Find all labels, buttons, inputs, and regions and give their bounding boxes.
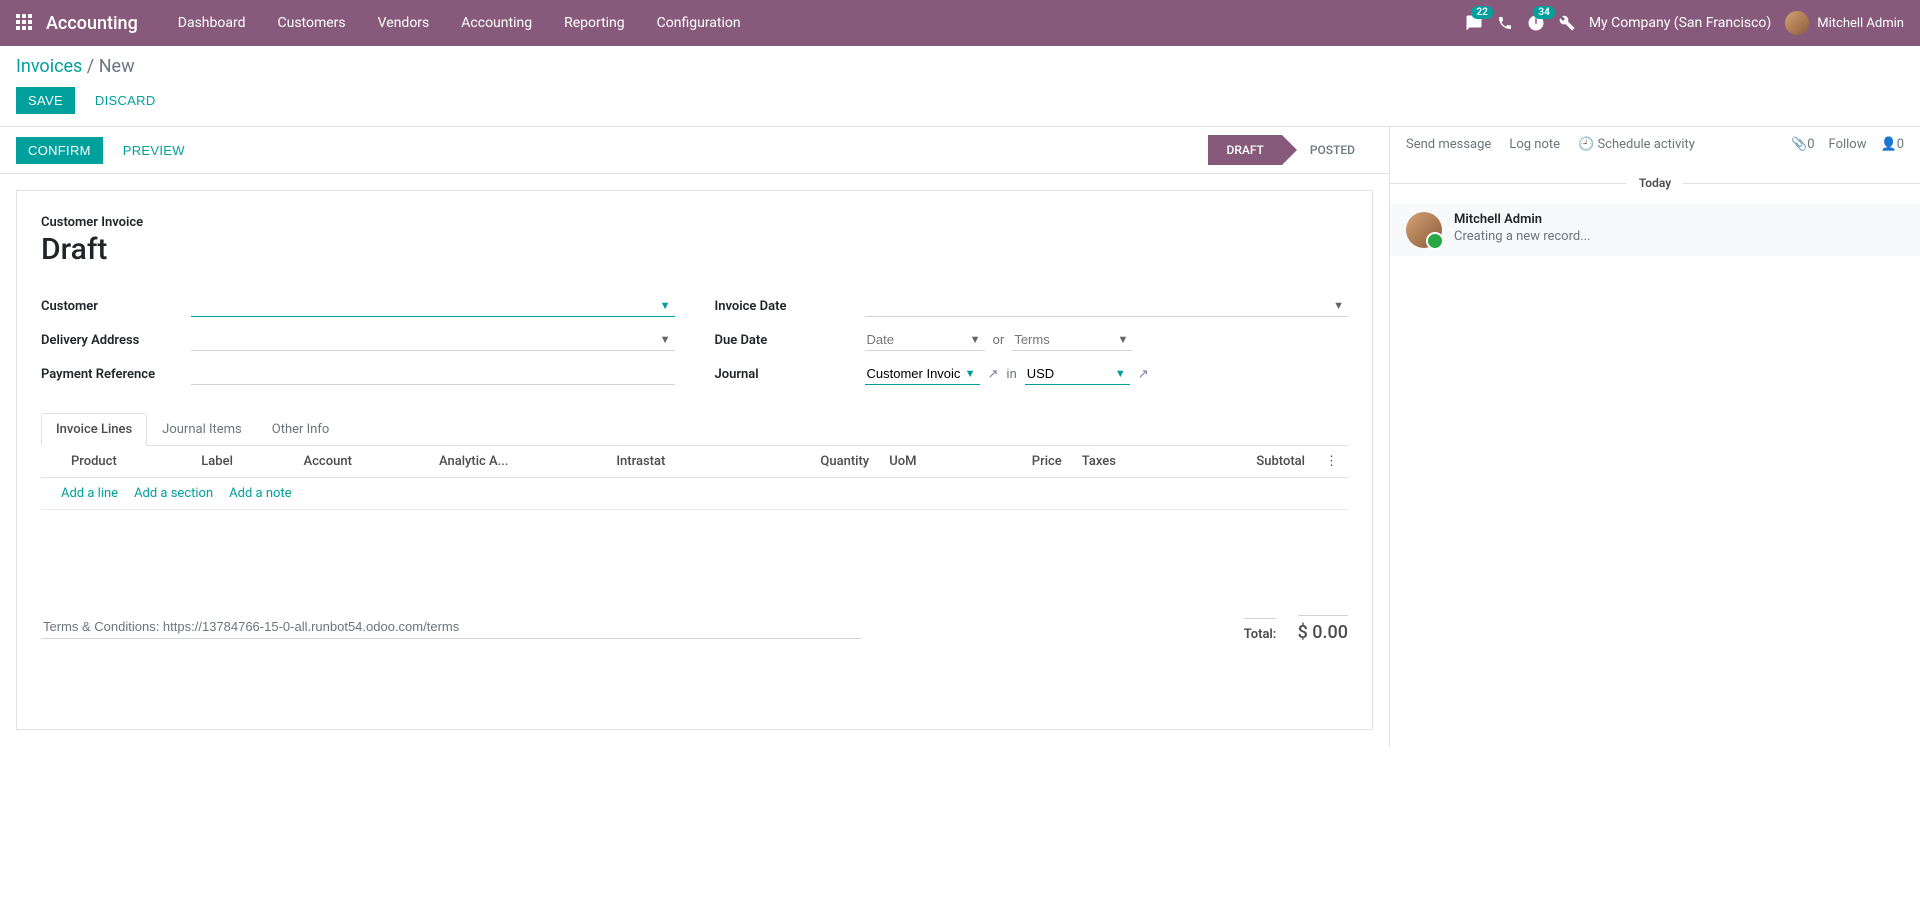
schedule-activity-button[interactable]: 🕘 Schedule activity <box>1578 137 1695 152</box>
total-label: Total: <box>1244 618 1277 642</box>
app-brand[interactable]: Accounting <box>46 13 138 34</box>
or-text: or <box>993 333 1005 348</box>
discard-button[interactable]: Discard <box>83 87 168 114</box>
col-uom[interactable]: UoM <box>879 446 973 478</box>
apps-icon[interactable] <box>16 14 34 32</box>
save-button[interactable]: Save <box>16 87 75 114</box>
add-line-link[interactable]: Add a line <box>61 486 118 501</box>
status-widget: Draft Posted <box>1208 135 1373 165</box>
terms-field[interactable] <box>1012 329 1132 351</box>
form-sheet: Customer Invoice Draft Customer ▼ Delive… <box>16 190 1373 730</box>
top-navbar: Accounting Dashboard Customers Vendors A… <box>0 0 1920 46</box>
user-name: Mitchell Admin <box>1817 16 1904 31</box>
payment-reference-field[interactable] <box>191 363 675 385</box>
invoice-lines-table: Product Label Account Analytic A... Intr… <box>41 446 1348 478</box>
log-note-button[interactable]: Log note <box>1509 137 1560 152</box>
attachments-button[interactable]: 📎0 <box>1791 137 1815 152</box>
confirm-button[interactable]: Confirm <box>16 137 103 164</box>
label-invoice-date: Invoice Date <box>715 299 865 314</box>
chatter-separator: Today <box>1627 176 1683 190</box>
label-delivery-address: Delivery Address <box>41 333 191 348</box>
breadcrumb-root[interactable]: Invoices <box>16 56 82 77</box>
paperclip-icon: 📎 <box>1791 137 1807 152</box>
preview-button[interactable]: Preview <box>111 137 197 164</box>
breadcrumb-current: New <box>99 56 135 77</box>
followers-button[interactable]: 👤0 <box>1881 137 1905 152</box>
chatter-panel: Send message Log note 🕘 Schedule activit… <box>1390 127 1920 746</box>
debug-icon[interactable] <box>1559 15 1575 31</box>
form-subtitle: Customer Invoice <box>41 215 1348 230</box>
messages-badge: 22 <box>1471 6 1492 19</box>
message-text: Creating a new record... <box>1454 229 1591 244</box>
chatter-message: Mitchell Admin Creating a new record... <box>1390 204 1920 256</box>
nav-dashboard[interactable]: Dashboard <box>162 0 262 46</box>
avatar-icon <box>1406 212 1442 248</box>
currency-field[interactable] <box>1025 363 1130 385</box>
breadcrumb: Invoices / New <box>16 56 1904 77</box>
form-title: Draft <box>41 232 1348 267</box>
activities-badge: 34 <box>1533 6 1554 19</box>
nav-customers[interactable]: Customers <box>262 0 362 46</box>
delivery-address-field[interactable] <box>191 329 675 351</box>
external-link-icon[interactable]: ↗ <box>1138 367 1149 382</box>
due-date-field[interactable] <box>865 329 985 351</box>
nav-reporting[interactable]: Reporting <box>548 0 641 46</box>
col-subtotal[interactable]: Subtotal <box>1179 446 1315 478</box>
label-journal: Journal <box>715 367 865 382</box>
clock-icon: 🕘 <box>1578 137 1594 152</box>
external-link-icon[interactable]: ↗ <box>988 367 999 382</box>
label-due-date: Due Date <box>715 333 865 348</box>
avatar-icon <box>1785 11 1809 35</box>
add-section-link[interactable]: Add a section <box>134 486 213 501</box>
activities-icon[interactable]: 34 <box>1527 14 1545 32</box>
total-amount: $ 0.00 <box>1298 615 1348 643</box>
tab-journal-items[interactable]: Journal Items <box>147 413 257 446</box>
col-product[interactable]: Product <box>61 446 191 478</box>
tab-other-info[interactable]: Other Info <box>257 413 345 446</box>
send-message-button[interactable]: Send message <box>1406 137 1491 152</box>
col-analytic[interactable]: Analytic A... <box>429 446 606 478</box>
col-quantity[interactable]: Quantity <box>743 446 879 478</box>
tab-invoice-lines[interactable]: Invoice Lines <box>41 413 147 446</box>
form-tabs: Invoice Lines Journal Items Other Info <box>41 413 1348 446</box>
nav-configuration[interactable]: Configuration <box>641 0 757 46</box>
nav-accounting[interactable]: Accounting <box>445 0 548 46</box>
journal-field[interactable] <box>865 363 980 385</box>
nav-items: Dashboard Customers Vendors Accounting R… <box>162 0 757 46</box>
person-icon: 👤 <box>1881 137 1897 152</box>
follow-button[interactable]: Follow <box>1829 137 1867 152</box>
invoice-date-field[interactable] <box>865 295 1349 317</box>
user-menu[interactable]: Mitchell Admin <box>1785 11 1904 35</box>
label-payment-reference: Payment Reference <box>41 367 191 382</box>
col-price[interactable]: Price <box>973 446 1072 478</box>
company-switcher[interactable]: My Company (San Francisco) <box>1589 15 1771 31</box>
messages-icon[interactable]: 22 <box>1465 14 1483 32</box>
nav-vendors[interactable]: Vendors <box>362 0 446 46</box>
col-label[interactable]: Label <box>191 446 293 478</box>
message-author: Mitchell Admin <box>1454 212 1591 227</box>
col-menu-icon[interactable]: ⋮ <box>1315 446 1348 478</box>
col-intrastat[interactable]: Intrastat <box>606 446 743 478</box>
col-taxes[interactable]: Taxes <box>1072 446 1179 478</box>
add-note-link[interactable]: Add a note <box>229 486 291 501</box>
terms-input[interactable] <box>41 615 861 639</box>
customer-field[interactable] <box>191 295 675 317</box>
label-customer: Customer <box>41 299 191 314</box>
col-account[interactable]: Account <box>294 446 429 478</box>
in-text: in <box>1006 367 1016 382</box>
status-draft[interactable]: Draft <box>1208 135 1281 165</box>
phone-icon[interactable] <box>1497 15 1513 31</box>
